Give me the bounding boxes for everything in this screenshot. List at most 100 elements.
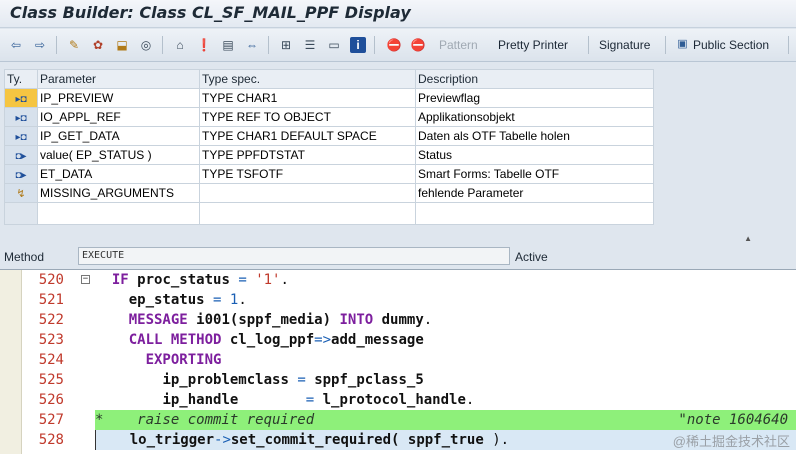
param-name[interactable]: IO_APPL_REF — [37, 107, 200, 127]
code-text: ip_problemclass = sppf_pclass_5 — [162, 372, 424, 388]
column-header-ty[interactable]: Ty. — [4, 69, 38, 89]
navigate-icon[interactable]: ❗ — [196, 37, 212, 53]
line-number: 523 — [38, 332, 64, 348]
method-label: Method — [4, 250, 45, 264]
table-row[interactable]: ▸◘ IP_GET_DATA TYPE CHAR1 DEFAULT SPACE … — [4, 126, 654, 146]
returning-param-icon: ◘▸ — [4, 145, 38, 165]
breakpoint-icon[interactable]: ⛔ — [386, 37, 402, 53]
pretty-printer-button[interactable]: Pretty Printer — [498, 38, 568, 52]
code-text: EXPORTING — [145, 352, 222, 368]
code-line-523[interactable]: 523 CALL METHOD cl_log_ppf=>add_message — [22, 330, 796, 350]
toolbar-separator — [268, 36, 269, 54]
param-type-spec[interactable]: TYPE CHAR1 — [199, 88, 416, 108]
abap-editor[interactable]: 520 − IF proc_status = '1'. 521 ep_statu… — [0, 269, 796, 454]
table-row[interactable]: ◘▸ ET_DATA TYPE TSFOTF Smart Forms: Tabe… — [4, 164, 654, 184]
window-title: Class Builder: Class CL_SF_MAIL_PPF Disp… — [10, 3, 411, 22]
column-header-parameter[interactable]: Parameter — [37, 69, 200, 89]
code-text: IF proc_status = '1'. — [111, 272, 289, 288]
fold-toggle-icon[interactable]: − — [81, 275, 90, 284]
line-number: 528 — [38, 432, 64, 448]
toolbar-separator — [788, 36, 789, 54]
table-row[interactable]: ▸◘ IO_APPL_REF TYPE REF TO OBJECT Applik… — [4, 107, 654, 127]
param-description[interactable]: Smart Forms: Tabelle OTF — [415, 164, 654, 184]
table-row[interactable]: ↯ MISSING_ARGUMENTS fehlende Parameter — [4, 183, 654, 203]
watermark: @稀土掘金技术社区 — [672, 434, 790, 449]
public-section-button[interactable]: Public Section — [693, 38, 769, 52]
display-object-list-icon[interactable]: ▤ — [220, 37, 236, 53]
line-number: 526 — [38, 392, 64, 408]
importing-param-icon: ▸◘ — [4, 107, 38, 127]
param-name[interactable]: value( EP_STATUS ) — [37, 145, 200, 165]
line-number: 522 — [38, 312, 64, 328]
exporting-param-icon: ◘▸ — [4, 164, 38, 184]
code-line-526[interactable]: 526 ip_handle = l_protocol_handle. — [22, 390, 796, 410]
forward-icon[interactable]: ⇨ — [32, 37, 48, 53]
importing-param-icon: ▸◘ — [4, 88, 38, 108]
code-line-521[interactable]: 521 ep_status = 1. — [22, 290, 796, 310]
line-number: 525 — [38, 372, 64, 388]
info-icon[interactable]: i — [350, 37, 366, 53]
code-comment: * raise commit required "note 1604640 — [95, 410, 796, 430]
parameter-table: Ty. Parameter Type spec. Description ▸◘ … — [4, 69, 654, 225]
application-toolbar: ⇦ ⇨ ✎ ✿ ⬓ ◎ ⌂ ❗ ▤ ⇔ ⊞ ☰ ▭ i ⛔ ⛔ Pattern … — [0, 29, 796, 62]
param-description[interactable]: Status — [415, 145, 654, 165]
column-header-description[interactable]: Description — [415, 69, 654, 89]
table-row[interactable]: ▸◘ IP_PREVIEW TYPE CHAR1 Previewflag — [4, 88, 654, 108]
external-breakpoint-icon[interactable]: ⛔ — [410, 37, 426, 53]
toolbar-separator — [162, 36, 163, 54]
insert-icon[interactable]: ⇔ — [244, 37, 260, 53]
param-name[interactable]: ET_DATA — [37, 164, 200, 184]
method-status: Active — [515, 250, 548, 264]
line-number: 527 — [38, 412, 64, 428]
table-row-empty — [4, 202, 654, 225]
method-bar: Method EXECUTE Active — [0, 244, 796, 268]
column-header-type-spec[interactable]: Type spec. — [199, 69, 416, 89]
hierarchy-icon[interactable]: ⊞ — [278, 37, 294, 53]
param-name[interactable]: IP_GET_DATA — [37, 126, 200, 146]
pattern-button[interactable]: Pattern — [439, 38, 478, 52]
code-text: ip_handle = l_protocol_handle. — [162, 392, 475, 408]
check-icon[interactable]: ⬓ — [114, 37, 130, 53]
code-line-520[interactable]: 520 − IF proc_status = '1'. — [22, 270, 796, 290]
toolbar-separator — [374, 36, 375, 54]
code-line-524[interactable]: 524 EXPORTING — [22, 350, 796, 370]
table-row[interactable]: ◘▸ value( EP_STATUS ) TYPE PPFDTSTAT Sta… — [4, 145, 654, 165]
code-line-527[interactable]: 527 * raise commit required "note 1604640 — [22, 410, 796, 430]
toolbar-separator — [665, 36, 666, 54]
edit-icon[interactable]: ✎ — [66, 37, 82, 53]
code-text: CALL METHOD cl_log_ppf=>add_message — [128, 332, 424, 348]
test-icon[interactable]: ◎ — [138, 37, 154, 53]
public-section-icon: ▣ — [677, 38, 688, 50]
line-number: 521 — [38, 292, 64, 308]
code-text: ep_status = 1. — [128, 292, 247, 308]
line-number: 524 — [38, 352, 64, 368]
back-icon[interactable]: ⇦ — [8, 37, 24, 53]
param-type-spec[interactable]: TYPE TSFOTF — [199, 164, 416, 184]
toolbar-separator — [56, 36, 57, 54]
activate-icon[interactable]: ✿ — [90, 37, 106, 53]
line-number: 520 — [38, 272, 64, 288]
param-type-spec[interactable]: TYPE CHAR1 DEFAULT SPACE — [199, 126, 416, 146]
method-name-field[interactable]: EXECUTE — [78, 247, 510, 265]
signature-button[interactable]: Signature — [599, 38, 650, 52]
code-text: MESSAGE i001(sppf_media) INTO dummy. — [128, 312, 433, 328]
parameter-area: Ty. Parameter Type spec. Description ▸◘ … — [0, 63, 796, 233]
where-used-icon[interactable]: ⌂ — [172, 37, 188, 53]
code-line-522[interactable]: 522 MESSAGE i001(sppf_media) INTO dummy. — [22, 310, 796, 330]
param-name[interactable]: MISSING_ARGUMENTS — [37, 183, 200, 203]
param-name[interactable]: IP_PREVIEW — [37, 88, 200, 108]
param-description[interactable]: fehlende Parameter — [415, 183, 654, 203]
splitter[interactable]: ▲ — [0, 234, 796, 243]
param-description[interactable]: Previewflag — [415, 88, 654, 108]
importing-param-icon: ▸◘ — [4, 126, 38, 146]
window-icon[interactable]: ▭ — [326, 37, 342, 53]
code-line-525[interactable]: 525 ip_problemclass = sppf_pclass_5 — [22, 370, 796, 390]
stack-icon[interactable]: ☰ — [302, 37, 318, 53]
collapse-up-icon[interactable]: ▲ — [744, 234, 752, 243]
param-type-spec[interactable]: TYPE REF TO OBJECT — [199, 107, 416, 127]
editor-gutter — [0, 270, 22, 454]
param-type-spec[interactable] — [199, 183, 416, 203]
param-description[interactable]: Daten als OTF Tabelle holen — [415, 126, 654, 146]
param-description[interactable]: Applikationsobjekt — [415, 107, 654, 127]
param-type-spec[interactable]: TYPE PPFDTSTAT — [199, 145, 416, 165]
